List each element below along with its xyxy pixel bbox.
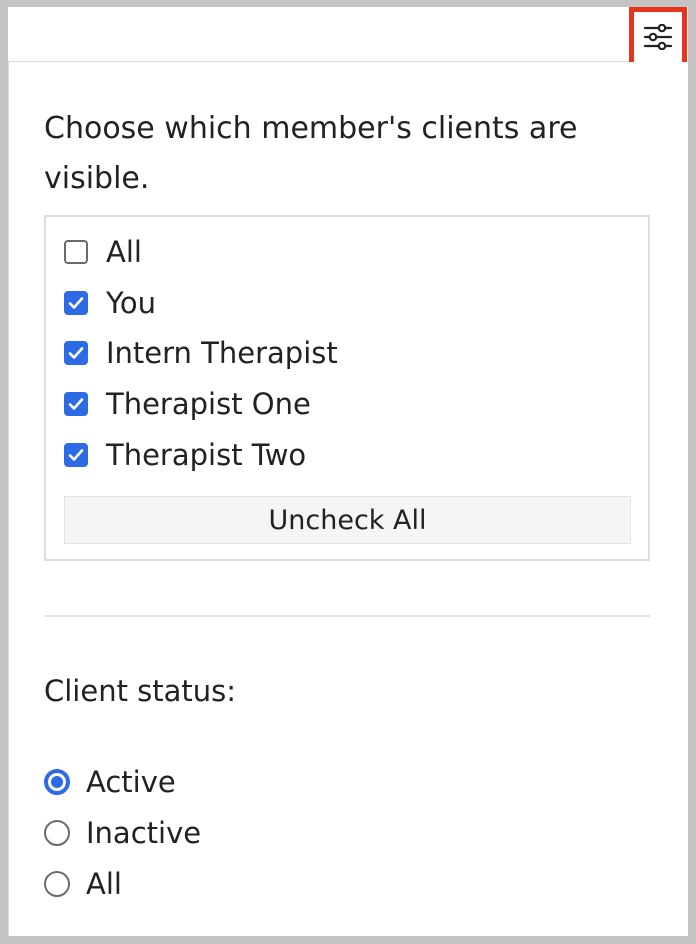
status-radio-all[interactable]: All [44,861,122,907]
checkbox-checked-icon[interactable] [64,291,88,315]
sliders-icon [643,12,673,54]
status-option-label: Inactive [86,816,202,850]
member-checkbox-you[interactable]: You [64,281,156,325]
radio-icon[interactable] [44,871,70,897]
checkbox-checked-icon[interactable] [64,443,88,467]
member-label: All [106,235,142,269]
status-radio-inactive[interactable]: Inactive [44,810,201,856]
status-option-label: Active [86,765,176,799]
top-bar [8,7,688,62]
checkbox-icon[interactable] [64,240,88,264]
member-label: Intern Therapist [106,336,338,370]
member-checkbox-therapist-one[interactable]: Therapist One [64,382,311,426]
member-checkbox-group: All You Intern Therapist Therapist One T… [44,215,650,561]
member-checkbox-therapist-two[interactable]: Therapist Two [64,433,306,477]
member-label: Therapist Two [106,438,307,472]
member-label: Therapist One [106,387,311,421]
filter-window: Choose which member's clients are visibl… [8,7,688,936]
radio-icon[interactable] [44,820,70,846]
filter-button[interactable] [629,7,687,70]
status-radio-active[interactable]: Active [44,759,176,805]
member-checkbox-intern-therapist[interactable]: Intern Therapist [64,331,338,375]
radio-selected-icon[interactable] [44,769,70,795]
checkbox-checked-icon[interactable] [64,392,88,416]
filter-button-face[interactable] [634,12,682,65]
checkbox-checked-icon[interactable] [64,341,88,365]
visibility-heading: Choose which member's clients are visibl… [44,111,578,196]
client-status-label: Client status: [44,674,237,708]
member-checkbox-all[interactable]: All [64,230,142,274]
divider [44,615,650,617]
filter-panel: Choose which member's clients are visibl… [8,62,688,936]
status-option-label: All [86,867,122,901]
member-label: You [106,286,156,320]
uncheck-all-button[interactable]: Uncheck All [64,496,631,544]
